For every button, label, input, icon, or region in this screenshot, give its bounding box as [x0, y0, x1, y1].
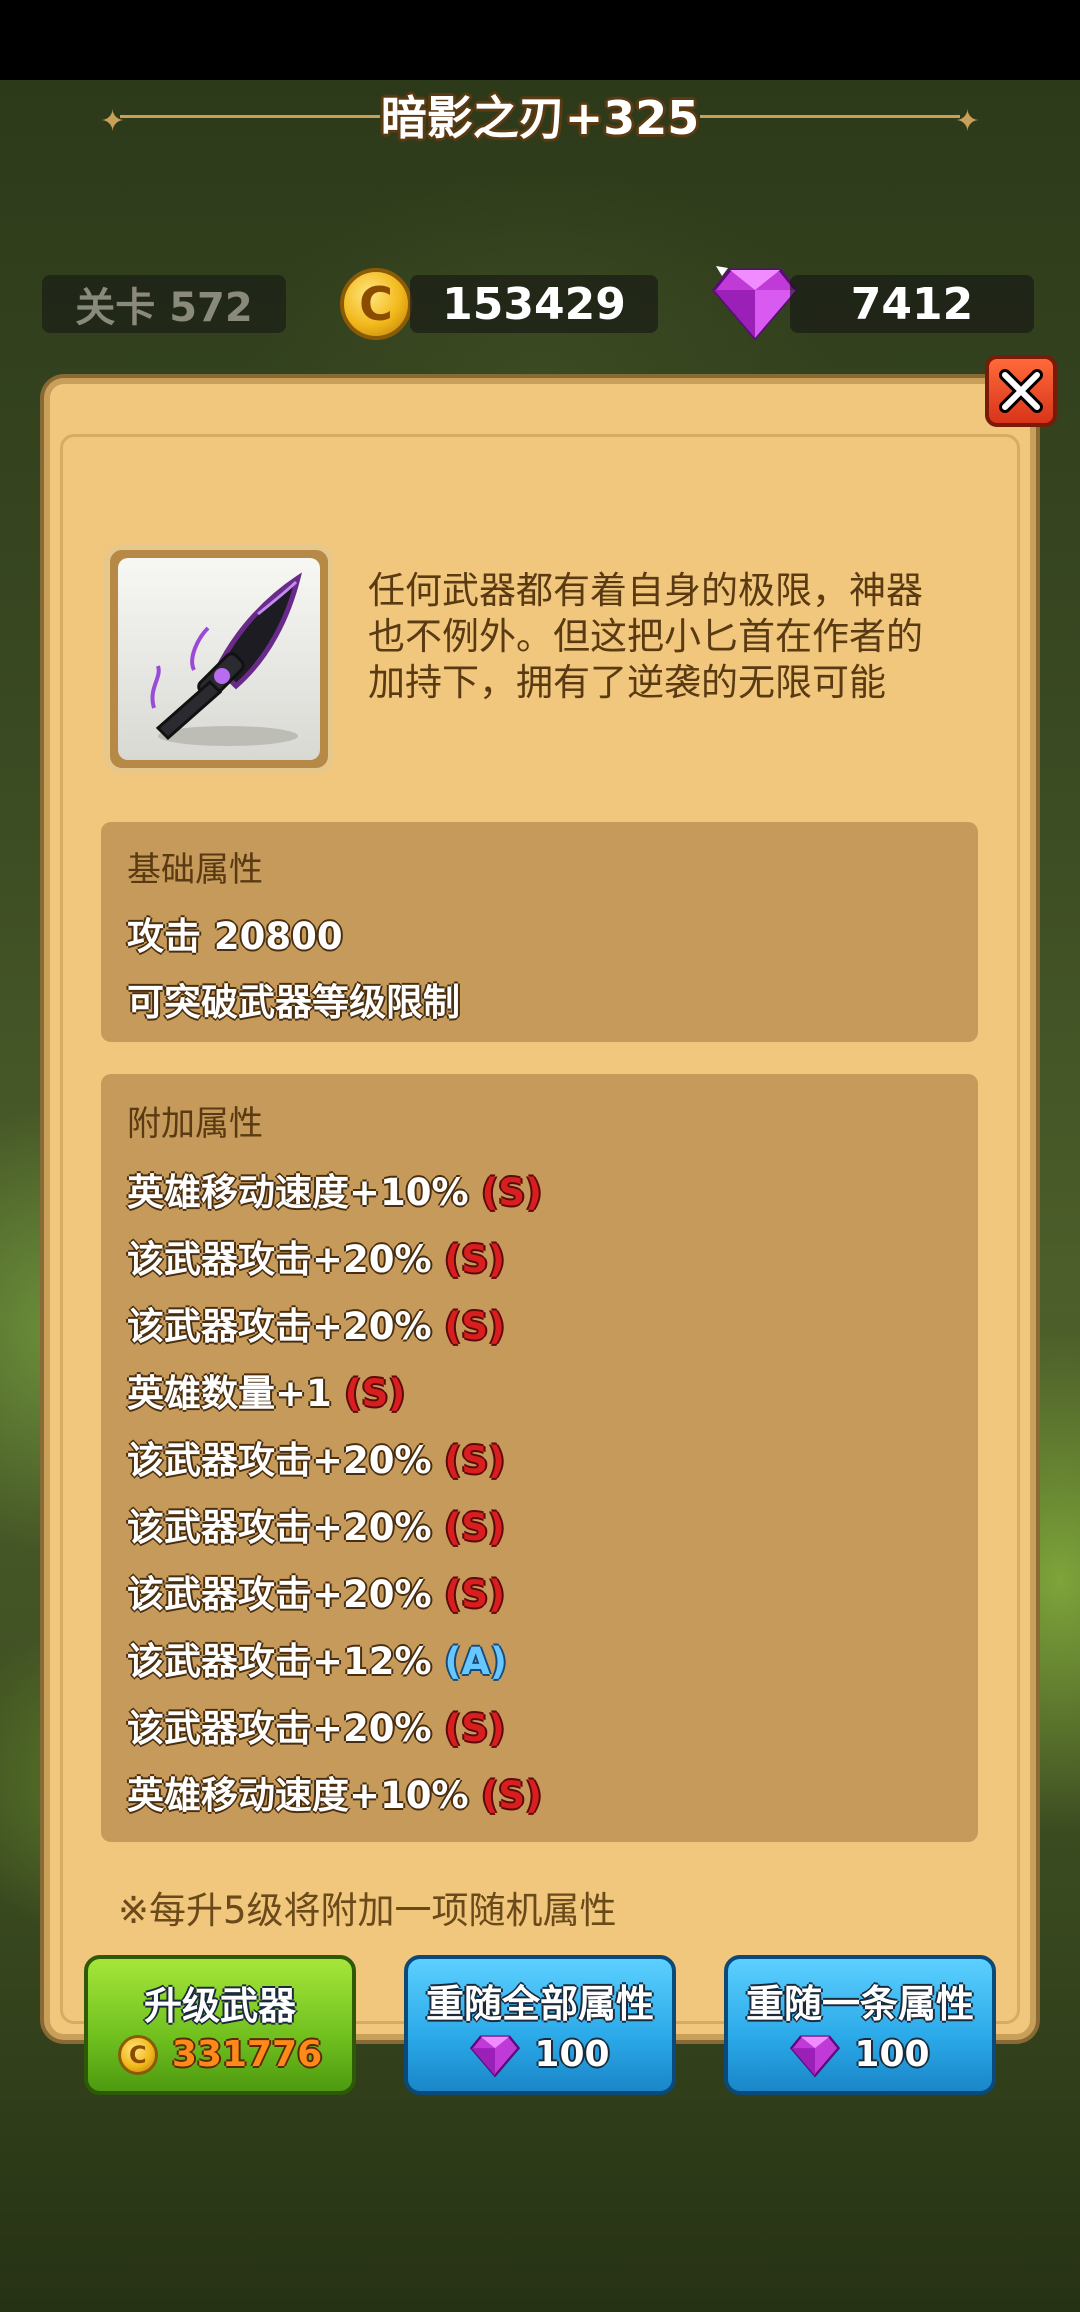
grade-letter: S: [461, 1238, 489, 1281]
grade-badge: (S): [481, 1774, 542, 1817]
attribute-text: 该武器攻击+20%: [127, 1707, 432, 1750]
attribute-text: 该武器攻击+20%: [127, 1573, 432, 1616]
description-line: 任何武器都有着自身的极限，神器: [368, 569, 923, 612]
status-bar: [0, 0, 1080, 80]
grade-badge: (S): [481, 1171, 542, 1214]
reroll-one-label: 重随一条属性: [745, 1981, 974, 2026]
level-indicator: 关卡 572: [42, 275, 286, 333]
attribute-text: 该武器攻击+20%: [127, 1238, 432, 1281]
coin-counter: 153429: [410, 275, 658, 333]
reroll-one-button[interactable]: 重随一条属性 100: [724, 1955, 996, 2095]
extra-attributes-title: 附加属性: [127, 1104, 263, 1144]
base-attributes-title: 基础属性: [127, 850, 263, 890]
upgrade-weapon-button[interactable]: 升级武器 C 331776: [84, 1955, 356, 2095]
grade-letter: S: [461, 1439, 489, 1482]
coin-icon: C: [340, 268, 412, 340]
base-attributes-section: 基础属性 攻击 20800 可突破武器等级限制: [101, 822, 978, 1042]
weapon-description: 任何武器都有着自身的极限，神器 也不例外。但这把小匕首在作者的 加持下，拥有了逆…: [368, 568, 988, 706]
close-button[interactable]: [985, 355, 1057, 427]
description-line: 加持下，拥有了逆袭的无限可能: [368, 661, 886, 704]
grade-badge: (S): [444, 1305, 505, 1348]
gem-count: 7412: [850, 278, 974, 330]
extra-attribute-line: 该武器攻击+20% (S): [127, 1430, 505, 1484]
coin-icon: C: [117, 2034, 158, 2075]
base-attribute-line: 攻击 20800: [127, 915, 343, 958]
grade-letter: S: [498, 1774, 526, 1817]
grade-badge: (A): [444, 1640, 507, 1683]
grade-badge: (S): [444, 1439, 505, 1482]
grade-letter: S: [461, 1506, 489, 1549]
attribute-text: 英雄移动速度+10%: [127, 1774, 469, 1817]
attribute-text: 该武器攻击+12%: [127, 1640, 432, 1683]
close-icon: [999, 369, 1043, 413]
attribute-text: 该武器攻击+20%: [127, 1439, 432, 1482]
grade-letter: S: [461, 1707, 489, 1750]
gem-icon: [790, 2034, 841, 2077]
extra-attribute-line: 该武器攻击+20% (S): [127, 1497, 505, 1551]
grade-badge: (S): [344, 1372, 406, 1415]
gem-icon: [470, 2034, 521, 2077]
attribute-text: 英雄数量+1: [127, 1372, 332, 1415]
coin-icon-glyph: C: [129, 2040, 147, 2069]
grade-letter: S: [461, 1573, 489, 1616]
title-row: ✦ ✦ 暗影之刃+325: [100, 82, 980, 152]
extra-attribute-line: 该武器攻击+20% (S): [127, 1229, 505, 1283]
upgrade-weapon-label: 升级武器: [143, 1984, 296, 2028]
upgrade-cost-value: 331776: [171, 2034, 323, 2075]
extra-attributes-section: 附加属性 英雄移动速度+10% (S) 该武器攻击+20% (S) 该武器攻击+…: [101, 1074, 978, 1842]
attribute-text: 该武器攻击+20%: [127, 1305, 432, 1348]
extra-attribute-line: 英雄移动速度+10% (S): [127, 1162, 542, 1216]
extra-attribute-line: 该武器攻击+20% (S): [127, 1296, 505, 1350]
reroll-all-button[interactable]: 重随全部属性 100: [404, 1955, 676, 2095]
reroll-all-cost-value: 100: [534, 2034, 610, 2075]
base-attribute-line: 可突破武器等级限制: [127, 981, 460, 1024]
extra-attribute-line: 英雄移动速度+10% (S): [127, 1765, 542, 1819]
grade-badge: (S): [444, 1707, 505, 1750]
reroll-one-cost: 100: [790, 2032, 930, 2078]
grade-letter: S: [361, 1372, 389, 1415]
reroll-one-cost-value: 100: [854, 2034, 930, 2075]
gem-counter: 7412: [790, 275, 1034, 333]
description-line: 也不例外。但这把小匕首在作者的: [368, 615, 923, 658]
coin-icon-glyph: C: [359, 277, 393, 331]
upgrade-hint: ※每升5级将附加一项随机属性: [118, 1889, 617, 1932]
grade-letter: S: [498, 1171, 526, 1214]
grade-badge: (S): [444, 1573, 505, 1616]
weapon-name: 暗影之刃+325: [380, 91, 700, 145]
attribute-text: 该武器攻击+20%: [127, 1506, 432, 1549]
grade-letter: S: [461, 1305, 489, 1348]
grade-letter: A: [461, 1640, 491, 1683]
weapon-image: [118, 558, 320, 760]
grade-badge: (S): [444, 1238, 505, 1281]
extra-attribute-line: 该武器攻击+20% (S): [127, 1564, 505, 1618]
attribute-text: 英雄移动速度+10%: [127, 1171, 469, 1214]
extra-attribute-line: 英雄数量+1 (S): [127, 1363, 405, 1417]
extra-attribute-line: 该武器攻击+20% (S): [127, 1698, 505, 1752]
gem-icon: [712, 266, 798, 341]
coin-count: 153429: [442, 278, 626, 330]
upgrade-cost: C 331776: [117, 2034, 323, 2075]
reroll-all-label: 重随全部属性: [425, 1981, 654, 2026]
weapon-image-frame: [104, 544, 334, 774]
extra-attribute-line: 该武器攻击+12% (A): [127, 1631, 507, 1685]
reroll-all-cost: 100: [470, 2032, 610, 2078]
dagger-icon: [150, 572, 302, 746]
grade-badge: (S): [444, 1506, 505, 1549]
